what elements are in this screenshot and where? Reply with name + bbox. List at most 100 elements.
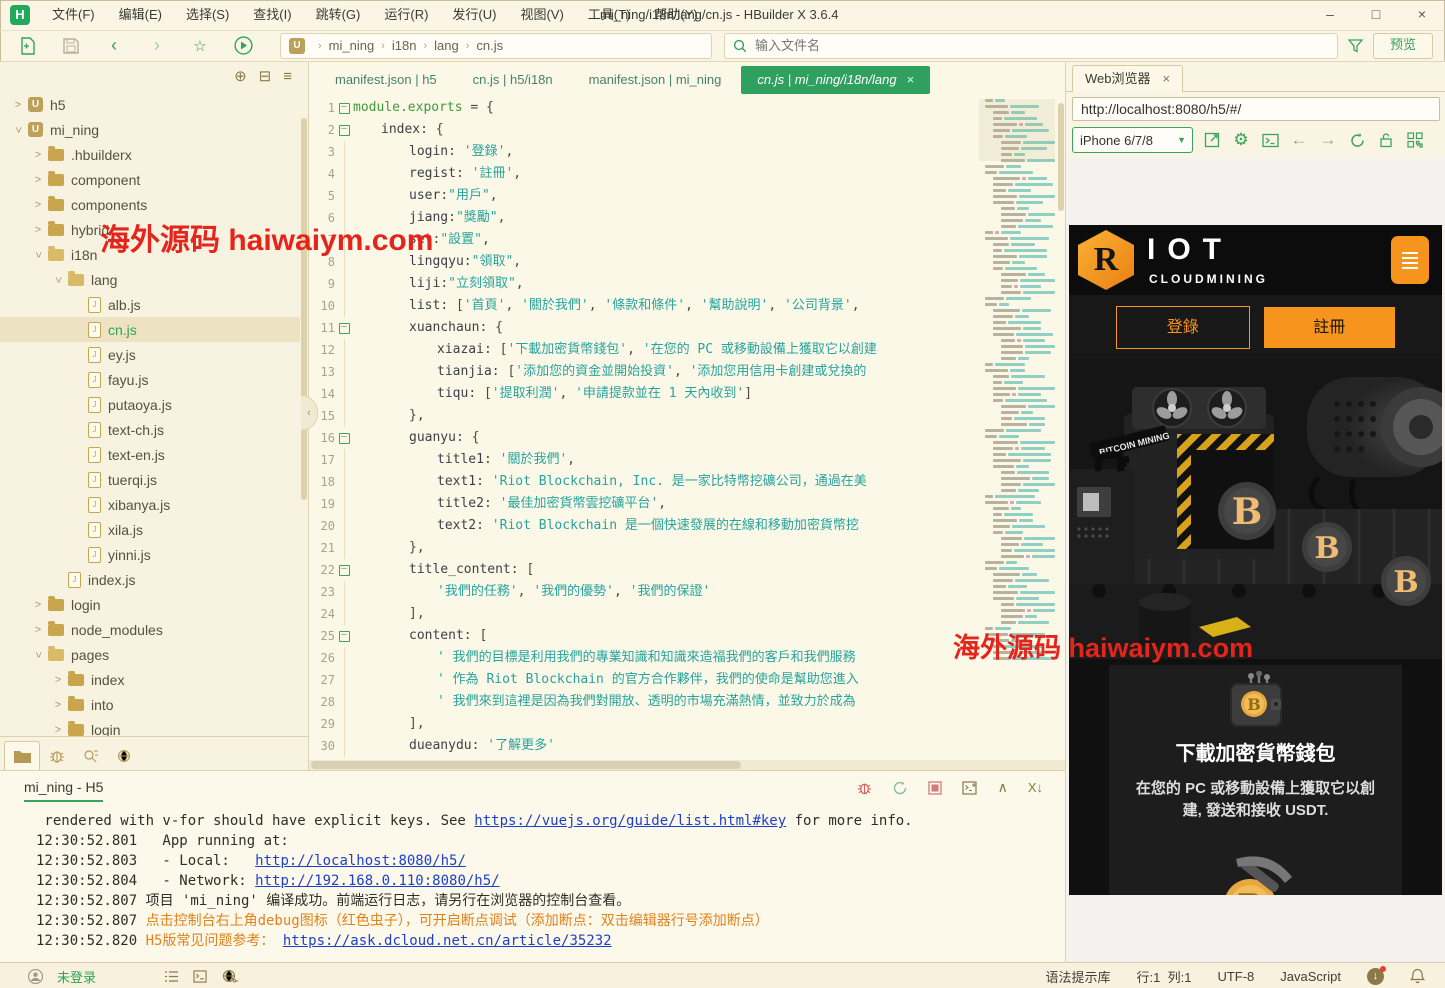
- code-line-14[interactable]: 14tiqu: ['提取利潤', '申請提款並在 1 天內收到']: [309, 383, 1065, 405]
- tree-item-fayu.js[interactable]: Jfayu.js: [0, 367, 300, 392]
- lock-icon[interactable]: [1376, 130, 1396, 150]
- tree-item-index[interactable]: >index: [0, 667, 300, 692]
- breadcrumb-item[interactable]: lang: [434, 38, 459, 53]
- fold-marker[interactable]: [335, 273, 353, 295]
- expand-arrow-icon[interactable]: >: [30, 224, 46, 236]
- tree-item-lang[interactable]: >lang: [0, 267, 300, 292]
- expand-arrow-icon[interactable]: >: [30, 174, 46, 186]
- terminal-icon[interactable]: [193, 970, 208, 983]
- code-line-19[interactable]: 19title2: '最佳加密貨幣雲挖礦平台',: [309, 493, 1065, 515]
- fold-marker[interactable]: [335, 339, 353, 361]
- fold-marker[interactable]: [335, 691, 353, 713]
- tree-item-components[interactable]: >components: [0, 192, 300, 217]
- tree-item-component[interactable]: >component: [0, 167, 300, 192]
- tree-item-tuerqi.js[interactable]: Jtuerqi.js: [0, 467, 300, 492]
- tree-item-index.js[interactable]: Jindex.js: [0, 567, 300, 592]
- encoding-label[interactable]: UTF-8: [1217, 969, 1254, 984]
- tree-item-node_modules[interactable]: >node_modules: [0, 617, 300, 642]
- devtools-console-icon[interactable]: [1260, 130, 1280, 150]
- menu-item-视图V[interactable]: 视图(V): [508, 0, 575, 30]
- code-line-20[interactable]: 20text2: 'Riot Blockchain 是一個快速發展的在線和移動加…: [309, 515, 1065, 537]
- task-list-icon[interactable]: [164, 970, 179, 983]
- code-line-17[interactable]: 17title1: '關於我們',: [309, 449, 1065, 471]
- settings-gear-icon[interactable]: ⚙: [1231, 130, 1251, 150]
- minimize-button[interactable]: –: [1307, 0, 1353, 30]
- collapse-panel-icon[interactable]: ∧: [998, 779, 1008, 796]
- code-line-18[interactable]: 18text1: 'Riot Blockchain, Inc. 是一家比特幣挖礦…: [309, 471, 1065, 493]
- expand-arrow-icon[interactable]: >: [30, 199, 46, 211]
- editor-tab[interactable]: manifest.json | h5: [319, 66, 453, 94]
- tree-item-mi_ning[interactable]: >Umi_ning: [0, 117, 300, 142]
- refresh-icon[interactable]: [1347, 130, 1367, 150]
- fold-marker[interactable]: [335, 471, 353, 493]
- code-area[interactable]: 1–module.exports = {2–index: {3login: '登…: [309, 97, 1065, 760]
- fold-marker[interactable]: –: [335, 559, 353, 581]
- menu-item-编辑E[interactable]: 编辑(E): [107, 0, 174, 30]
- tree-item-xila.js[interactable]: Jxila.js: [0, 517, 300, 542]
- sidebar-scrollbar[interactable]: [301, 118, 307, 500]
- close-button[interactable]: ×: [1399, 0, 1445, 30]
- fold-marker[interactable]: –: [335, 625, 353, 647]
- code-line-2[interactable]: 2–index: {: [309, 119, 1065, 141]
- menu-item-发行U[interactable]: 发行(U): [440, 0, 508, 30]
- tab-plugins-globe-icon[interactable]: [108, 742, 142, 770]
- tree-item-cn.js[interactable]: Jcn.js: [0, 317, 300, 342]
- expand-arrow-icon[interactable]: >: [32, 647, 44, 663]
- expand-arrow-icon[interactable]: >: [50, 674, 66, 686]
- code-line-9[interactable]: 9liji:"立刻領取",: [309, 273, 1065, 295]
- code-line-22[interactable]: 22–title_content: [: [309, 559, 1065, 581]
- login-status[interactable]: 未登录: [57, 967, 96, 986]
- code-line-5[interactable]: 5user:"用戶",: [309, 185, 1065, 207]
- tab-debug-bug-icon[interactable]: [40, 742, 74, 770]
- language-label[interactable]: JavaScript: [1280, 969, 1341, 984]
- hamburger-menu-button[interactable]: [1391, 236, 1429, 284]
- nav-forward-icon[interactable]: →: [1318, 130, 1338, 150]
- fold-marker[interactable]: [335, 515, 353, 537]
- breadcrumb-item[interactable]: cn.js: [476, 38, 503, 53]
- tree-item-alb.js[interactable]: Jalb.js: [0, 292, 300, 317]
- tab-close-icon[interactable]: ×: [907, 72, 915, 87]
- fold-marker[interactable]: [335, 669, 353, 691]
- editor-tab[interactable]: cn.js | h5/i18n: [457, 66, 569, 94]
- notification-bell-icon[interactable]: [1410, 968, 1425, 984]
- stop-icon[interactable]: [928, 781, 942, 795]
- tab-project-explorer[interactable]: [4, 741, 40, 770]
- code-line-16[interactable]: 16–guanyu: {: [309, 427, 1065, 449]
- fold-collapse-icon[interactable]: –: [339, 631, 350, 642]
- code-line-4[interactable]: 4regist: '註冊',: [309, 163, 1065, 185]
- tree-item-h5[interactable]: >Uh5: [0, 92, 300, 117]
- fold-marker[interactable]: [335, 713, 353, 735]
- menu-item-运行R[interactable]: 运行(R): [372, 0, 440, 30]
- fold-collapse-icon[interactable]: –: [339, 103, 350, 114]
- editor-tab[interactable]: manifest.json | mi_ning: [573, 66, 738, 94]
- fold-marker[interactable]: [335, 735, 353, 757]
- expand-arrow-icon[interactable]: >: [30, 624, 46, 636]
- save-icon[interactable]: [56, 34, 86, 58]
- fold-collapse-icon[interactable]: –: [339, 323, 350, 334]
- tree-item-into[interactable]: >into: [0, 692, 300, 717]
- tree-item-xibanya.js[interactable]: Jxibanya.js: [0, 492, 300, 517]
- preview-button[interactable]: 预览: [1373, 33, 1433, 59]
- breadcrumb-item[interactable]: i18n: [392, 38, 417, 53]
- run-icon[interactable]: [228, 34, 258, 58]
- sidebar-menu-icon[interactable]: ≡: [283, 68, 292, 85]
- tree-item-text-ch.js[interactable]: Jtext-ch.js: [0, 417, 300, 442]
- file-search-box[interactable]: [724, 33, 1338, 59]
- qrcode-icon[interactable]: [1405, 130, 1425, 150]
- minimap[interactable]: [983, 99, 1055, 699]
- web-globe-icon[interactable]: [222, 969, 238, 983]
- menu-item-选择S[interactable]: 选择(S): [174, 0, 241, 30]
- syntax-lib-label[interactable]: 语法提示库: [1046, 967, 1111, 986]
- phone-preview[interactable]: R IOT CLOUDMINING 登錄 註冊: [1069, 225, 1442, 895]
- code-line-30[interactable]: 30dueanydu: '了解更多': [309, 735, 1065, 757]
- user-avatar-icon[interactable]: [28, 969, 43, 984]
- code-line-28[interactable]: 28' 我們來到這裡是因為我們對開放、透明的市場充滿熱情，並致力於成為: [309, 691, 1065, 713]
- fold-marker[interactable]: [335, 295, 353, 317]
- fold-marker[interactable]: –: [335, 119, 353, 141]
- code-line-1[interactable]: 1–module.exports = {: [309, 97, 1065, 119]
- breadcrumb-item[interactable]: mi_ning: [329, 38, 375, 53]
- fold-marker[interactable]: –: [335, 317, 353, 339]
- code-line-24[interactable]: 24],: [309, 603, 1065, 625]
- fold-marker[interactable]: [335, 163, 353, 185]
- browser-tab-close-icon[interactable]: ×: [1163, 71, 1171, 86]
